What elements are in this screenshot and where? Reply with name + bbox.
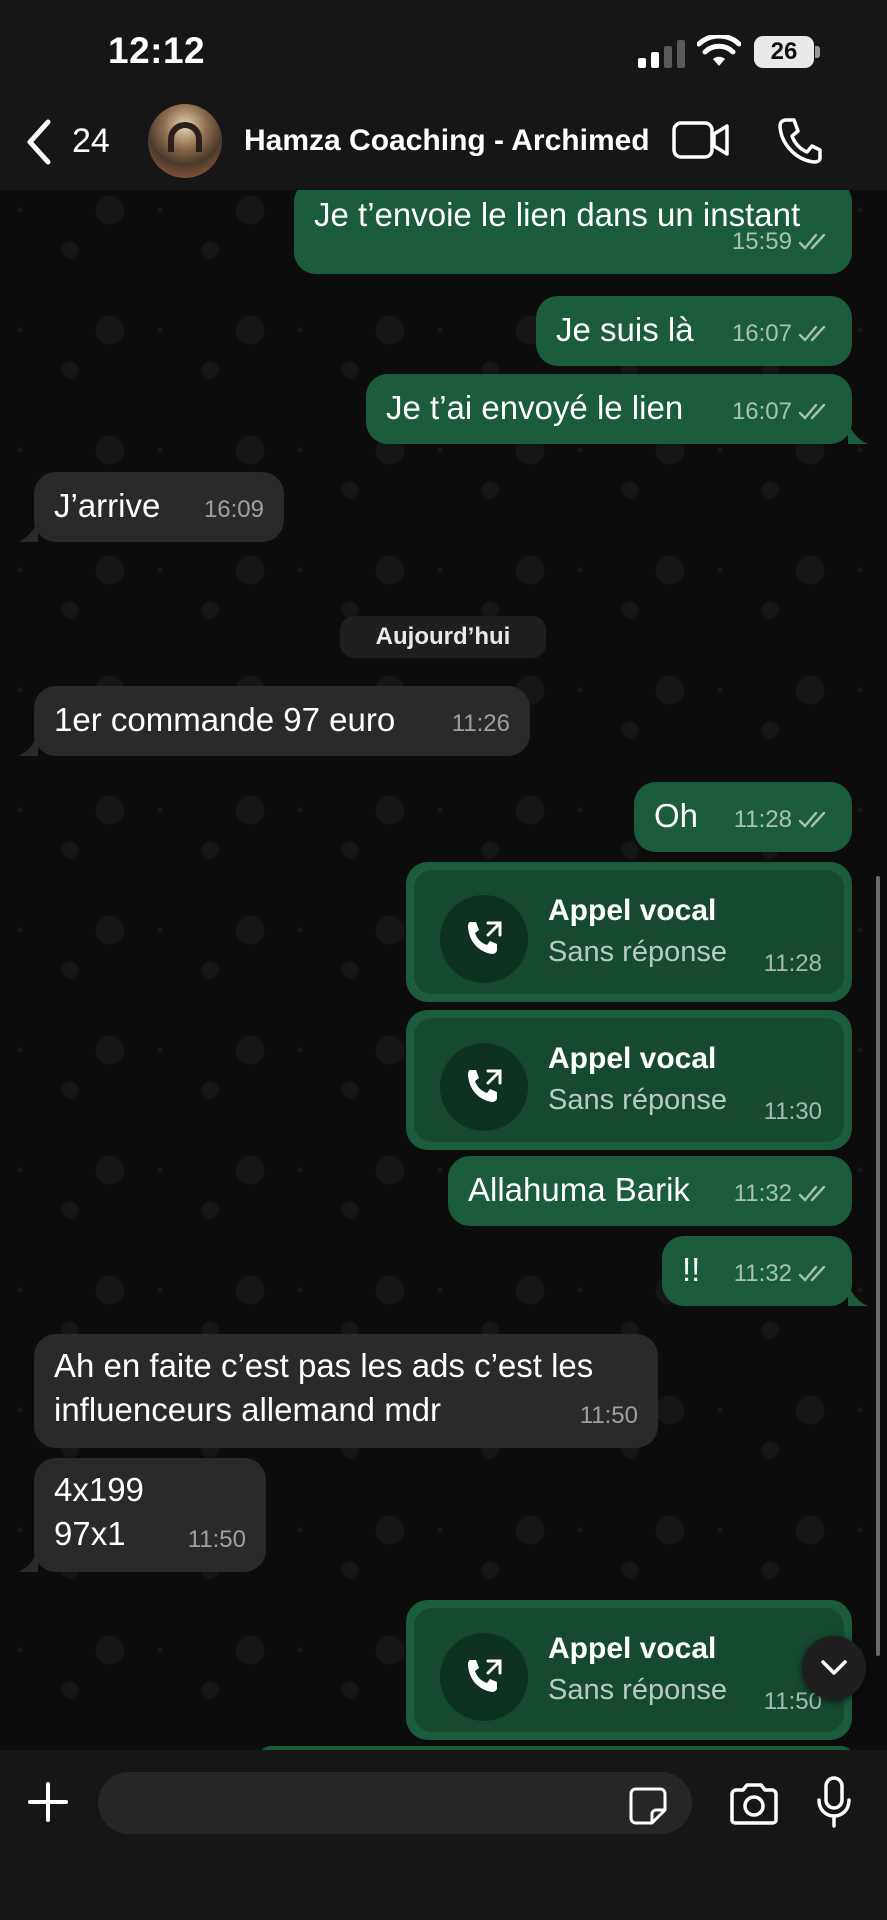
scrollbar[interactable]	[876, 876, 880, 1656]
message-out[interactable]: Allahuma Barik 11:32	[448, 1156, 852, 1226]
message-time: 16:09	[203, 496, 264, 523]
call-time: 11:30	[763, 1098, 822, 1125]
bubble-tail	[18, 1550, 38, 1572]
call-status: Sans réponse	[548, 936, 727, 968]
message-out[interactable]: !! 11:32	[662, 1236, 852, 1306]
sticker-icon[interactable]	[628, 1786, 668, 1826]
message-text: 4x199 97x1	[54, 1471, 144, 1552]
call-status: Sans réponse	[548, 1084, 727, 1116]
avatar[interactable]	[148, 104, 222, 178]
message-out[interactable]: Je t’ai envoyé le lien 16:07	[366, 374, 852, 444]
bubble-tail	[848, 1284, 868, 1306]
missed-call-card[interactable]: Appel vocal Sans réponse 11:30	[406, 1010, 852, 1150]
message-meta: 11:26	[452, 702, 510, 746]
message-input[interactable]	[98, 1772, 692, 1834]
message-meta: 11:50	[188, 1518, 246, 1562]
scroll-to-bottom-button[interactable]	[802, 1636, 866, 1700]
message-in[interactable]: 1er commande 97 euro 11:26	[34, 686, 530, 756]
read-receipt-icon	[798, 403, 826, 420]
message-meta: 11:32	[734, 1252, 832, 1296]
call-title: Appel vocal	[548, 1632, 717, 1665]
call-title: Appel vocal	[548, 1042, 717, 1075]
message-time: 11:50	[579, 1402, 638, 1429]
header-bar: 12:12 26 24 Hamza Coaching - Archimed	[0, 0, 887, 190]
message-text: Allahuma Barik	[468, 1171, 690, 1208]
message-out[interactable]: Je t’envoie le lien dans un instant 15:5…	[294, 190, 852, 274]
missed-call-card[interactable]: Appel vocal Sans réponse 11:28	[406, 862, 852, 1002]
message-meta: 11:32	[734, 1172, 832, 1216]
call-title: Appel vocal	[548, 894, 717, 927]
message-text: 1er commande 97 euro	[54, 701, 396, 738]
read-receipt-icon	[798, 1185, 826, 1202]
chat-area[interactable]: Je t’envoie le lien dans un instant 15:5…	[0, 190, 887, 1750]
message-meta: 16:07	[732, 390, 832, 434]
message-in[interactable]: 4x199 97x1 11:50	[34, 1458, 266, 1572]
wifi-icon	[697, 35, 741, 66]
unread-count[interactable]: 24	[72, 122, 110, 161]
status-time: 12:12	[108, 30, 206, 71]
message-meta: 16:07	[732, 312, 832, 356]
battery-level: 26	[770, 38, 798, 65]
message-time: 11:32	[733, 1260, 792, 1287]
video-call-icon[interactable]	[672, 120, 730, 160]
missed-call-card[interactable]: Appel vocal Sans réponse 11:50	[406, 1600, 852, 1740]
read-receipt-icon	[798, 233, 826, 250]
date-separator: Aujourd’hui	[340, 616, 546, 658]
read-receipt-icon	[798, 1265, 826, 1282]
message-time: 11:32	[733, 1180, 792, 1207]
message-time: 11:26	[451, 710, 510, 737]
message-time: 11:50	[187, 1526, 246, 1553]
call-back-button[interactable]	[440, 895, 528, 983]
message-out[interactable]: Je suis là 16:07	[536, 296, 852, 366]
call-status: Sans réponse	[548, 1674, 727, 1706]
message-text: J’arrive	[54, 487, 161, 524]
bubble-tail	[18, 734, 38, 756]
phone-icon[interactable]	[776, 116, 822, 164]
camera-icon[interactable]	[728, 1782, 780, 1826]
message-text: Je t’ai envoyé le lien	[386, 389, 684, 426]
chevron-down-icon	[821, 1660, 847, 1675]
message-in[interactable]: J’arrive 16:09	[34, 472, 284, 542]
call-back-button[interactable]	[440, 1633, 528, 1721]
message-meta: 16:09	[204, 488, 264, 532]
message-time: 11:28	[733, 806, 792, 833]
message-in[interactable]: Ah en faite c’est pas les ads c’est les …	[34, 1334, 658, 1448]
battery-indicator: 26	[754, 36, 820, 68]
message-text: Je t’envoie le lien dans un instant	[314, 196, 801, 233]
back-chevron-icon[interactable]	[24, 118, 54, 166]
message-meta: 15:59	[732, 220, 832, 264]
read-receipt-icon	[798, 325, 826, 342]
message-time: 15:59	[731, 228, 792, 255]
message-meta: 11:28	[734, 798, 832, 842]
message-text: !!	[682, 1251, 701, 1288]
call-back-button[interactable]	[440, 1043, 528, 1131]
message-out[interactable]: Oh 11:28	[634, 782, 852, 852]
missed-call-icon	[468, 1069, 502, 1102]
cellular-signal-icon	[638, 40, 685, 68]
message-text: Je suis là	[556, 311, 694, 348]
call-time: 11:28	[763, 950, 822, 977]
read-receipt-icon	[798, 811, 826, 828]
bubble-tail	[18, 520, 38, 542]
message-time: 16:07	[731, 398, 792, 425]
contact-name[interactable]: Hamza Coaching - Archimed	[244, 124, 650, 158]
message-meta: 11:50	[580, 1394, 638, 1438]
missed-call-icon	[468, 921, 502, 954]
message-text: Oh	[654, 797, 699, 834]
bubble-tail	[848, 422, 868, 444]
plus-icon[interactable]	[26, 1780, 70, 1824]
message-time: 16:07	[731, 320, 792, 347]
missed-call-icon	[468, 1659, 502, 1692]
message-text: Ah en faite c’est pas les ads c’est les …	[54, 1347, 594, 1428]
microphone-icon[interactable]	[816, 1776, 852, 1828]
